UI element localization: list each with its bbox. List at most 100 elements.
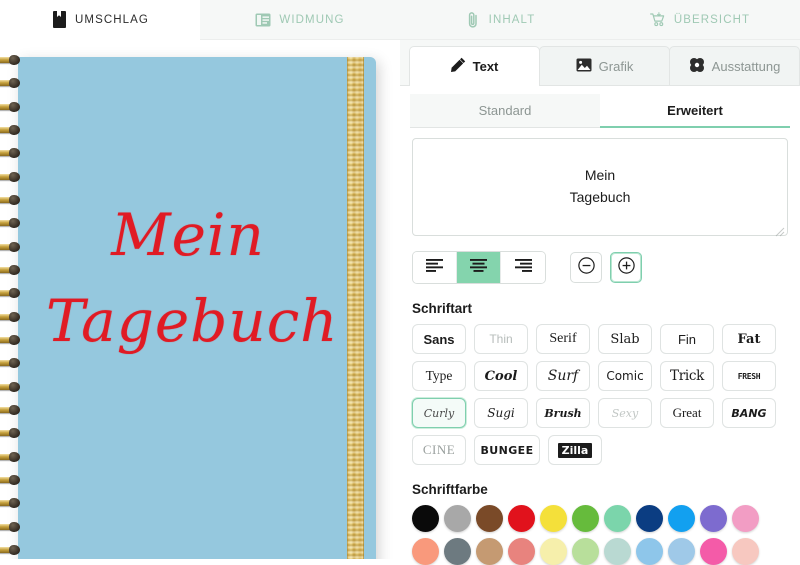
font-chip-zilla[interactable]: Zilla bbox=[548, 435, 602, 465]
subtab-erweitert[interactable]: Erweitert bbox=[600, 94, 790, 128]
alignment-button-group bbox=[412, 251, 546, 284]
sub-tab-bar: Standard Erweitert bbox=[410, 94, 790, 128]
color-swatch-black[interactable] bbox=[412, 505, 439, 532]
text-input-wrapper bbox=[412, 138, 788, 241]
color-section-label: Schriftfarbe bbox=[412, 482, 488, 497]
image-icon bbox=[576, 58, 592, 75]
tab-grafik[interactable]: Grafik bbox=[539, 46, 670, 85]
color-swatch-purple[interactable] bbox=[700, 505, 727, 532]
font-chip-curly[interactable]: Curly bbox=[412, 398, 466, 428]
color-swatch-mint[interactable] bbox=[604, 505, 631, 532]
pencil-icon bbox=[450, 57, 466, 75]
color-swatch-slate[interactable] bbox=[444, 538, 471, 565]
font-chip-great[interactable]: Great bbox=[660, 398, 714, 428]
color-swatch-skyblue[interactable] bbox=[636, 538, 663, 565]
font-chip-sexy[interactable]: Sexy bbox=[598, 398, 652, 428]
cover-line-1: Mein bbox=[111, 201, 265, 269]
spiral-ring bbox=[0, 78, 31, 89]
editor-panel: Text Grafik Ausstattung Standard Erweite… bbox=[400, 40, 800, 565]
spiral-ring bbox=[0, 124, 31, 135]
align-right-icon bbox=[514, 258, 532, 277]
color-swatch-grey[interactable] bbox=[444, 505, 471, 532]
font-chip-sugi[interactable]: Sugi bbox=[474, 398, 528, 428]
font-chip-fresh[interactable]: FRESH bbox=[722, 361, 776, 391]
spiral-ring bbox=[0, 498, 31, 509]
font-chip-type[interactable]: Type bbox=[412, 361, 466, 391]
nav-step-inhalt[interactable]: INHALT bbox=[400, 0, 600, 40]
font-size-button-group bbox=[570, 252, 642, 283]
font-chip-bang[interactable]: BANG bbox=[722, 398, 776, 428]
cart-icon bbox=[649, 11, 666, 29]
color-swatch-lightgreen[interactable] bbox=[572, 538, 599, 565]
spiral-ring bbox=[0, 171, 31, 182]
subtab-standard[interactable]: Standard bbox=[410, 94, 600, 128]
tab-text[interactable]: Text bbox=[409, 46, 540, 86]
spiral-binding bbox=[0, 55, 31, 555]
font-chip-trick[interactable]: Trick bbox=[660, 361, 714, 391]
font-chip-surf[interactable]: Surf bbox=[536, 361, 590, 391]
color-swatch-cream[interactable] bbox=[540, 538, 567, 565]
font-chip-cine[interactable]: CINE bbox=[412, 435, 466, 465]
color-swatch-babyblue[interactable] bbox=[668, 538, 695, 565]
font-chip-fat[interactable]: Fat bbox=[722, 324, 776, 354]
panel-tab-bar: Text Grafik Ausstattung bbox=[400, 40, 800, 86]
color-swatch-coral[interactable] bbox=[508, 538, 535, 565]
nav-step-label: UMSCHLAG bbox=[75, 13, 149, 26]
nav-step-label: WIDMUNG bbox=[279, 13, 345, 26]
spiral-ring bbox=[0, 544, 31, 555]
align-center-icon bbox=[470, 258, 487, 277]
decrease-font-size-button[interactable] bbox=[570, 252, 602, 283]
font-chip-thin[interactable]: Thin bbox=[474, 324, 528, 354]
tab-label: Grafik bbox=[598, 58, 634, 74]
color-swatch-magenta[interactable] bbox=[700, 538, 727, 565]
font-chip-serif[interactable]: Serif bbox=[536, 324, 590, 354]
nav-step-uebersicht[interactable]: ÜBERSICHT bbox=[600, 0, 800, 40]
spiral-ring bbox=[0, 55, 31, 65]
spiral-ring bbox=[0, 241, 31, 252]
font-chip-grid: Sans Thin Serif Slab Fin Fat Type Cool S… bbox=[412, 324, 788, 465]
text-controls-row bbox=[412, 251, 788, 284]
top-navigation: UMSCHLAG WIDMUNG INHALT ÜBERSICHT bbox=[0, 0, 800, 40]
spiral-ring bbox=[0, 521, 31, 532]
color-swatch-seafoam[interactable] bbox=[604, 538, 631, 565]
color-swatch-blue[interactable] bbox=[668, 505, 695, 532]
spiral-ring bbox=[0, 381, 31, 392]
color-swatch-brown[interactable] bbox=[476, 505, 503, 532]
tab-ausstattung[interactable]: Ausstattung bbox=[669, 46, 800, 85]
color-swatch-blush[interactable] bbox=[732, 538, 759, 565]
spiral-ring bbox=[0, 194, 31, 205]
minus-circle-icon bbox=[577, 256, 595, 279]
color-swatch-green[interactable] bbox=[572, 505, 599, 532]
tab-label: Text bbox=[472, 58, 499, 74]
font-chip-slab[interactable]: Slab bbox=[598, 324, 652, 354]
font-chip-brush[interactable]: Brush bbox=[536, 398, 590, 428]
color-swatch-navy[interactable] bbox=[636, 505, 663, 532]
color-swatch-tan[interactable] bbox=[476, 538, 503, 565]
cover-text-input[interactable] bbox=[412, 138, 788, 236]
increase-font-size-button[interactable] bbox=[610, 252, 642, 283]
align-left-button[interactable] bbox=[413, 252, 457, 283]
color-swatch-salmon[interactable] bbox=[412, 538, 439, 565]
dedication-icon bbox=[255, 11, 271, 29]
align-right-button[interactable] bbox=[501, 252, 545, 283]
color-swatch-yellow[interactable] bbox=[540, 505, 567, 532]
notebook-mockup[interactable]: Mein Tagebuch bbox=[18, 57, 376, 559]
cover-preview: Mein Tagebuch bbox=[0, 40, 400, 559]
font-chip-comic[interactable]: Comic bbox=[598, 361, 652, 391]
font-chip-bungee[interactable]: BUNGEE bbox=[474, 435, 540, 465]
color-swatch-red[interactable] bbox=[508, 505, 535, 532]
font-chip-cool[interactable]: Cool bbox=[474, 361, 528, 391]
paperclip-icon bbox=[465, 11, 481, 29]
spiral-ring bbox=[0, 358, 31, 369]
font-chip-zilla-label: Zilla bbox=[557, 442, 593, 458]
nav-step-widmung[interactable]: WIDMUNG bbox=[200, 0, 400, 40]
cover-title-text: Mein Tagebuch bbox=[46, 193, 338, 365]
color-swatch-pink[interactable] bbox=[732, 505, 759, 532]
font-chip-fin[interactable]: Fin bbox=[660, 324, 714, 354]
nav-step-umschlag[interactable]: UMSCHLAG bbox=[0, 0, 200, 40]
spiral-ring bbox=[0, 148, 31, 159]
plus-circle-icon bbox=[617, 256, 635, 279]
nav-step-label: ÜBERSICHT bbox=[673, 13, 751, 26]
font-chip-sans[interactable]: Sans bbox=[412, 324, 466, 354]
align-center-button[interactable] bbox=[457, 252, 501, 283]
